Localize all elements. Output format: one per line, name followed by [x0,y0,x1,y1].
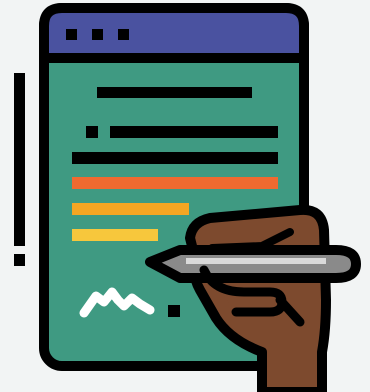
text-line-1 [110,126,278,138]
highlight-line-amber [72,203,189,215]
text-line-2 [72,152,278,164]
document-signing-illustration [0,0,370,392]
pen-highlight [186,258,326,264]
heading-line [97,87,252,98]
window-dot-2 [92,29,103,40]
window-title-bar [39,3,309,63]
window-dot-1 [66,29,77,40]
window-dot-3 [118,29,129,40]
highlight-line-yellow [72,229,158,241]
signature-dot [168,305,180,317]
highlight-line-orange [72,177,278,189]
side-dash-long [14,73,25,246]
bullet-square [86,126,98,138]
side-dash-short [14,254,25,266]
